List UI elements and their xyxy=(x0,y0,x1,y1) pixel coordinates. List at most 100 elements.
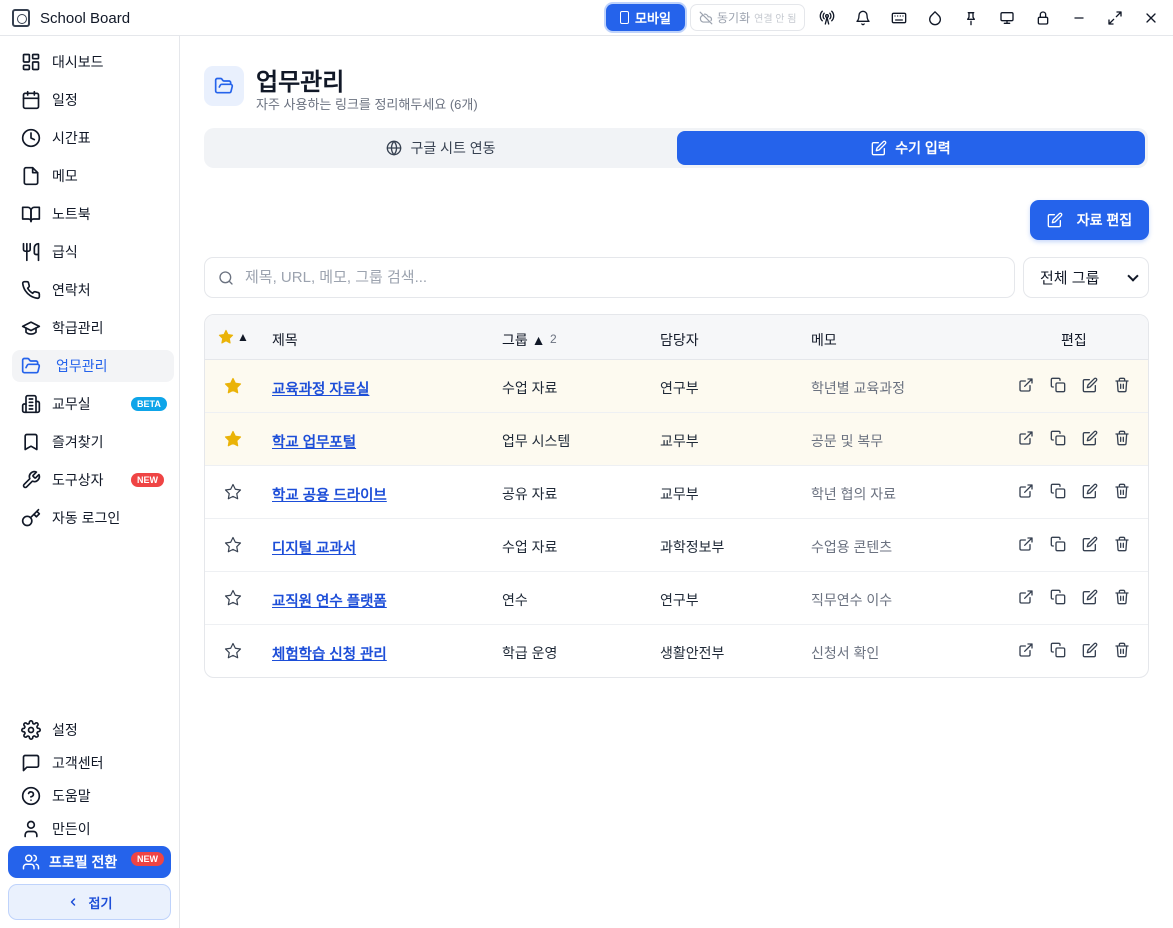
column-header-title[interactable]: 제목 xyxy=(272,330,298,350)
page-title: 업무관리 xyxy=(256,69,345,96)
column-header-memo[interactable]: 메모 xyxy=(811,330,837,350)
sidebar-item-notebook[interactable]: 노트북 xyxy=(12,198,174,230)
link-owner: 교무부 xyxy=(660,433,699,449)
droplet-icon[interactable] xyxy=(925,8,945,28)
bookmark-icon xyxy=(24,433,38,451)
link-title[interactable]: 디지털 교과서 xyxy=(272,537,356,558)
link-title[interactable]: 교육과정 자료실 xyxy=(272,378,369,399)
link-title[interactable]: 교직원 연수 플랫폼 xyxy=(272,590,387,611)
copy-icon[interactable] xyxy=(1050,642,1068,660)
copy-icon[interactable] xyxy=(1050,377,1068,395)
edit-icon[interactable] xyxy=(1082,642,1100,660)
monitor-icon[interactable] xyxy=(997,8,1017,28)
external-link-icon[interactable] xyxy=(1018,642,1036,660)
link-title[interactable]: 학교 공용 드라이브 xyxy=(272,484,387,505)
tab-manual-input[interactable]: 수기 입력 xyxy=(677,131,1145,165)
sidebar-item-label: 즐겨찾기 xyxy=(52,434,104,450)
edit-icon[interactable] xyxy=(1082,483,1100,501)
trash-icon[interactable] xyxy=(1114,642,1132,660)
copy-icon[interactable] xyxy=(1050,589,1068,607)
copy-icon[interactable] xyxy=(1050,536,1068,554)
sidebar-item-label: 급식 xyxy=(52,244,78,260)
star-outline-icon[interactable] xyxy=(224,642,242,660)
users-icon xyxy=(22,854,40,870)
new-badge: NEW xyxy=(131,852,164,866)
sidebar-item-label: 교무실 xyxy=(52,396,91,412)
copy-icon[interactable] xyxy=(1050,430,1068,448)
sidebar-item-label: 고객센터 xyxy=(52,755,104,771)
link-owner: 과학정보부 xyxy=(660,539,725,555)
column-header-edit: 편집 xyxy=(1061,332,1087,348)
star-sort-indicator[interactable]: ▲ xyxy=(237,330,249,344)
sidebar-item-work-management[interactable]: 업무관리 xyxy=(12,350,174,382)
external-link-icon[interactable] xyxy=(1018,536,1036,554)
sync-status: 연결 안 됨 xyxy=(754,14,797,25)
sidebar-item-label: 일정 xyxy=(52,92,78,108)
column-header-group[interactable]: 그룹 ▲ xyxy=(502,330,546,350)
sidebar-item-meal[interactable]: 급식 xyxy=(12,236,174,268)
sidebar-item-bookmarks[interactable]: 즐겨찾기 xyxy=(12,426,174,458)
link-title[interactable]: 체험학습 신청 관리 xyxy=(272,643,387,664)
close-icon[interactable] xyxy=(1141,8,1161,28)
tab-google-sheets[interactable]: 구글 시트 연동 xyxy=(207,131,675,165)
tab-label: 구글 시트 연동 xyxy=(410,140,496,156)
sidebar-item-auto-login[interactable]: 자동 로그인 xyxy=(12,502,174,534)
trash-icon[interactable] xyxy=(1114,589,1132,607)
pin-icon[interactable] xyxy=(961,8,981,28)
external-link-icon[interactable] xyxy=(1018,377,1036,395)
search-input[interactable] xyxy=(245,258,1005,297)
edit-icon[interactable] xyxy=(1082,377,1100,395)
sidebar-item-schedule[interactable]: 일정 xyxy=(12,84,174,116)
trash-icon[interactable] xyxy=(1114,377,1132,395)
table-row: 교육과정 자료실 수업 자료 연구부 학년별 교육과정 xyxy=(205,360,1148,413)
link-memo: 수업용 콘텐츠 xyxy=(811,539,893,555)
link-group: 수업 자료 xyxy=(502,380,558,396)
profile-switch-button[interactable]: 프로필 전환 NEW xyxy=(8,846,171,878)
sidebar-item-timetable[interactable]: 시간표 xyxy=(12,122,174,154)
column-header-owner[interactable]: 담당자 xyxy=(660,330,699,350)
sidebar-item-memo[interactable]: 메모 xyxy=(12,160,174,192)
edit-data-label: 자료 편집 xyxy=(1076,212,1133,228)
star-filled-icon[interactable] xyxy=(224,377,242,395)
group-filter-select[interactable]: 전체 그룹 xyxy=(1023,257,1149,298)
trash-icon[interactable] xyxy=(1114,536,1132,554)
bell-icon[interactable] xyxy=(853,8,873,28)
minimize-icon[interactable] xyxy=(1069,8,1089,28)
edit-icon[interactable] xyxy=(1082,589,1100,607)
collapse-sidebar-button[interactable]: 접기 xyxy=(8,884,171,920)
sync-button[interactable]: 동기화 연결 안 됨 xyxy=(690,4,805,31)
sidebar-item-creator[interactable]: 만든이 xyxy=(12,813,174,845)
sidebar-item-settings[interactable]: 설정 xyxy=(12,714,174,746)
external-link-icon[interactable] xyxy=(1018,483,1036,501)
external-link-icon[interactable] xyxy=(1018,589,1036,607)
star-outline-icon[interactable] xyxy=(224,483,242,501)
trash-icon[interactable] xyxy=(1114,483,1132,501)
sidebar-item-support[interactable]: 고객센터 xyxy=(12,747,174,779)
star-outline-icon[interactable] xyxy=(224,536,242,554)
edit-icon[interactable] xyxy=(1082,536,1100,554)
sidebar-item-staff-room[interactable]: 교무실 BETA xyxy=(12,388,174,420)
sidebar-item-dashboard[interactable]: 대시보드 xyxy=(12,46,174,78)
antenna-icon[interactable] xyxy=(817,8,837,28)
keyboard-icon[interactable] xyxy=(889,8,909,28)
star-outline-icon[interactable] xyxy=(224,589,242,607)
sidebar-item-label: 연락처 xyxy=(52,282,91,298)
maximize-icon[interactable] xyxy=(1105,8,1125,28)
edit-icon[interactable] xyxy=(1082,430,1100,448)
mobile-button[interactable]: 모바일 xyxy=(606,4,685,31)
star-header-icon[interactable] xyxy=(218,329,234,348)
sidebar-item-contacts[interactable]: 연락처 xyxy=(12,274,174,306)
edit-data-button[interactable]: 자료 편집 xyxy=(1030,200,1149,240)
globe-icon xyxy=(387,140,402,156)
link-title[interactable]: 학교 업무포털 xyxy=(272,431,356,452)
copy-icon[interactable] xyxy=(1050,483,1068,501)
link-owner: 생활안전부 xyxy=(660,645,725,661)
trash-icon[interactable] xyxy=(1114,430,1132,448)
sidebar-item-class-management[interactable]: 학급관리 xyxy=(12,312,174,344)
external-link-icon[interactable] xyxy=(1018,430,1036,448)
graduation-cap-icon xyxy=(21,321,41,335)
sidebar-item-help[interactable]: 도움말 xyxy=(12,780,174,812)
star-filled-icon[interactable] xyxy=(224,430,242,448)
lock-icon[interactable] xyxy=(1033,8,1053,28)
sidebar-item-toolbox[interactable]: 도구상자 NEW xyxy=(12,464,174,496)
